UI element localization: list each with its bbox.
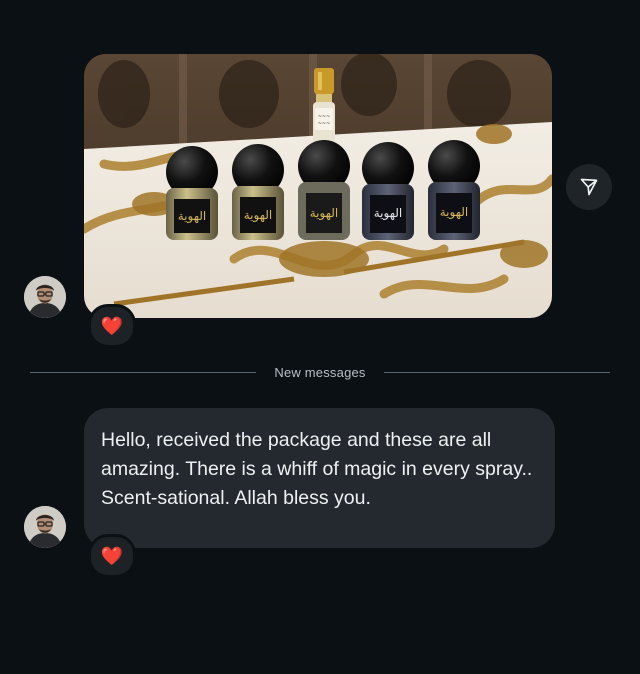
svg-text:الهوية: الهوية [440, 205, 469, 220]
heart-icon: ❤️ [100, 315, 124, 336]
text-message[interactable]: Hello, received the package and these ar… [84, 408, 555, 548]
message-line: Hello, received the package and these ar… [101, 429, 533, 480]
photo-message[interactable]: ~~~ ~~~ الهوية الهوية الهوية الهوية الهو… [84, 54, 552, 318]
svg-text:الهوية: الهوية [310, 206, 339, 221]
heart-icon: ❤️ [100, 545, 124, 566]
svg-text:الهوية: الهوية [374, 206, 403, 221]
perfume-photo: ~~~ ~~~ الهوية الهوية الهوية الهوية الهو… [84, 54, 552, 318]
message-line: Scent-sational. Allah bless you. [101, 487, 371, 509]
svg-text:~~~: ~~~ [318, 121, 331, 127]
sender-avatar[interactable] [24, 276, 66, 318]
divider-line-left [30, 372, 256, 373]
share-button[interactable] [566, 164, 612, 210]
divider-line-right [384, 372, 610, 373]
avatar-image [24, 506, 66, 548]
svg-text:الهوية: الهوية [178, 209, 207, 224]
photo-heart-reaction[interactable]: ❤️ [88, 304, 136, 348]
svg-text:الهوية: الهوية [244, 208, 273, 223]
sender-avatar[interactable] [24, 506, 66, 548]
text-heart-reaction[interactable]: ❤️ [88, 534, 136, 578]
avatar-image [24, 276, 66, 318]
svg-text:~~~: ~~~ [318, 114, 331, 120]
paper-plane-icon [580, 178, 598, 196]
new-messages-divider: New messages [274, 365, 366, 380]
